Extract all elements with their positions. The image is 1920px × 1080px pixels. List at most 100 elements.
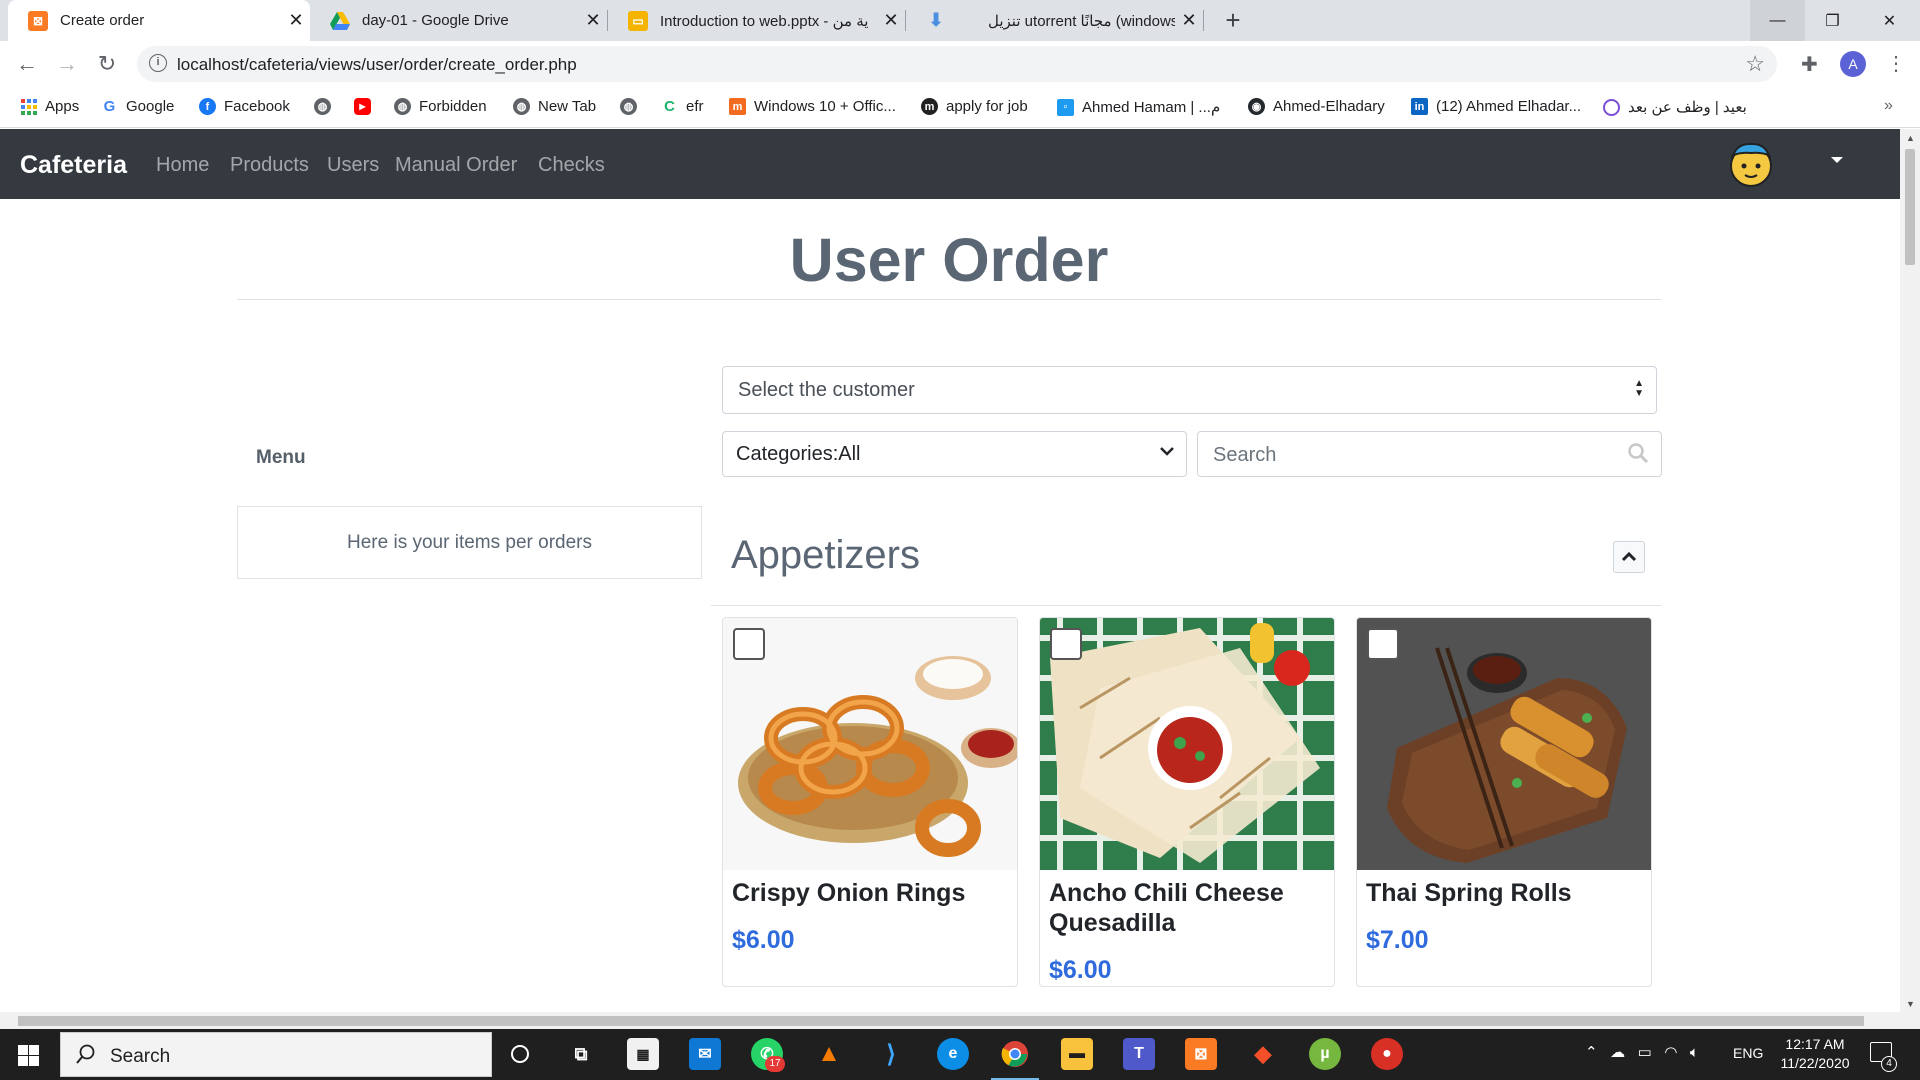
- bookmark-apps[interactable]: Apps: [20, 98, 79, 115]
- chevron-up-icon[interactable]: ⌃: [1585, 1044, 1598, 1061]
- close-window-button[interactable]: ✕: [1862, 0, 1917, 41]
- nav-link-manual-order[interactable]: Manual Order: [395, 154, 517, 177]
- nav-link-products[interactable]: Products: [230, 154, 309, 177]
- menu-label: Menu: [256, 447, 306, 468]
- teams-icon[interactable]: T: [1123, 1038, 1155, 1070]
- task-view-icon[interactable]: ⧉: [565, 1038, 597, 1070]
- reload-button[interactable]: ↻: [93, 51, 121, 79]
- nav-link-checks[interactable]: Checks: [538, 154, 605, 177]
- tab-utorrent[interactable]: ⬇ تنزيل utorrent مجانًا (windows) ✕: [906, 0, 1203, 41]
- url-text[interactable]: localhost/cafeteria/views/user/order/cre…: [177, 55, 577, 75]
- google-drive-icon: [330, 11, 350, 31]
- chrome-menu-icon[interactable]: ⋮: [1886, 51, 1906, 76]
- user-menu-caret-icon[interactable]: [1831, 157, 1843, 163]
- bookmark-label: Ahmed-Elhadary: [1273, 98, 1385, 115]
- chevron-down-icon: [1160, 440, 1174, 467]
- cortana-icon[interactable]: [504, 1038, 536, 1070]
- scrollbar-thumb[interactable]: [18, 1016, 1864, 1026]
- navbar-brand[interactable]: Cafeteria: [20, 151, 127, 180]
- product-name: Ancho Chili Cheese Quesadilla: [1049, 879, 1284, 937]
- nav-link-users[interactable]: Users: [327, 154, 379, 177]
- taskbar-search-box[interactable]: Search: [60, 1032, 492, 1077]
- nav-link-home[interactable]: Home: [156, 154, 209, 177]
- product-checkbox[interactable]: [733, 628, 765, 660]
- close-tab-icon[interactable]: ✕: [579, 10, 607, 31]
- scroll-down-icon[interactable]: ▼: [1906, 999, 1915, 1009]
- xampp-icon[interactable]: ⊠: [1185, 1038, 1217, 1070]
- close-tab-icon[interactable]: ✕: [1175, 10, 1203, 31]
- onedrive-icon[interactable]: ☁: [1610, 1044, 1625, 1061]
- tab-slides[interactable]: ▭ Introduction to web.pptx - ية من ✕: [608, 0, 905, 41]
- bookmark-forbidden[interactable]: ◍ Forbidden: [394, 98, 487, 115]
- search-input[interactable]: Search: [1197, 431, 1662, 477]
- file-explorer-icon[interactable]: ▬: [1061, 1038, 1093, 1070]
- mail-icon[interactable]: ✉: [689, 1038, 721, 1070]
- c-icon: C: [664, 98, 675, 115]
- product-price: $6.00: [732, 926, 795, 954]
- category-select[interactable]: Categories:All: [722, 431, 1187, 477]
- git-icon[interactable]: ◆: [1247, 1038, 1279, 1070]
- bookmark-star-icon[interactable]: ☆: [1745, 51, 1765, 77]
- bookmark-apply-for-job[interactable]: m apply for job: [921, 98, 1028, 115]
- close-tab-icon[interactable]: ✕: [877, 10, 905, 31]
- extensions-icon[interactable]: ✚: [1801, 52, 1818, 77]
- bookmark-globe[interactable]: ◍: [620, 98, 645, 115]
- site-info-icon[interactable]: i: [149, 54, 167, 72]
- search-icon[interactable]: [1627, 442, 1649, 464]
- bookmark-label: (12) Ahmed Elhadar...: [1436, 98, 1582, 115]
- windows-start-icon[interactable]: [18, 1045, 39, 1066]
- bookmark-github[interactable]: ◉ Ahmed-Elhadary: [1248, 98, 1385, 115]
- bookmark-globe[interactable]: ◍: [314, 98, 339, 115]
- store-icon[interactable]: ▦: [627, 1038, 659, 1070]
- user-avatar[interactable]: [1727, 140, 1775, 188]
- system-tray[interactable]: ⌃ ☁ ▭ ◠ 🔈︎: [1585, 1043, 1699, 1061]
- vscode-icon[interactable]: ⟩: [875, 1038, 907, 1070]
- edge-icon[interactable]: e: [937, 1038, 969, 1070]
- minimize-button[interactable]: —: [1750, 0, 1805, 41]
- recorder-icon[interactable]: ●: [1371, 1038, 1403, 1070]
- clock-date: 11/22/2020: [1780, 1055, 1850, 1071]
- bookmark-windows-office[interactable]: m Windows 10 + Offic...: [729, 98, 896, 115]
- wifi-icon[interactable]: ◠: [1664, 1044, 1677, 1061]
- bookmark-efr[interactable]: C efr: [661, 98, 703, 115]
- collapse-section-button[interactable]: [1613, 541, 1645, 573]
- horizontal-scrollbar[interactable]: [0, 1012, 1920, 1029]
- back-button[interactable]: ←: [13, 51, 41, 79]
- restore-button[interactable]: ❐: [1805, 0, 1860, 41]
- close-tab-icon[interactable]: ✕: [282, 10, 310, 31]
- browser-toolbar: ← → ↻ i localhost/cafeteria/views/user/o…: [0, 41, 1920, 88]
- address-bar[interactable]: i localhost/cafeteria/views/user/order/c…: [137, 46, 1777, 82]
- volume-icon[interactable]: 🔈︎: [1690, 1044, 1699, 1061]
- product-card[interactable]: Thai Spring Rolls $7.00: [1356, 617, 1652, 987]
- more-bookmarks-button[interactable]: »: [1884, 97, 1893, 115]
- scrollbar-thumb[interactable]: [1905, 149, 1915, 265]
- tab-create-order[interactable]: ⊠ Create order ✕: [8, 0, 310, 41]
- bookmark-youtube[interactable]: ▶: [354, 98, 379, 115]
- battery-icon[interactable]: ▭: [1638, 1044, 1652, 1061]
- chrome-icon[interactable]: [999, 1038, 1031, 1070]
- clock[interactable]: 12:17 AM 11/22/2020: [1770, 1035, 1860, 1073]
- bookmark-label: Google: [126, 98, 175, 115]
- vertical-scrollbar[interactable]: ▲ ▼: [1900, 129, 1920, 1012]
- bookmark-new-tab[interactable]: ◍ New Tab: [513, 98, 596, 115]
- customer-select[interactable]: Select the customer ▲ ▼: [722, 366, 1657, 414]
- profile-avatar[interactable]: A: [1840, 51, 1866, 77]
- product-card[interactable]: Crispy Onion Rings $6.00: [722, 617, 1018, 987]
- product-checkbox[interactable]: [1367, 628, 1399, 660]
- bookmark-ahmed-hamam[interactable]: ▫ Ahmed Hamam | ...م: [1057, 98, 1220, 116]
- product-card[interactable]: Ancho Chili Cheese Quesadilla $6.00: [1039, 617, 1335, 987]
- input-language[interactable]: ENG: [1733, 1045, 1763, 1061]
- tab-google-drive[interactable]: day-01 - Google Drive ✕: [310, 0, 607, 41]
- utorrent-icon[interactable]: µ: [1309, 1038, 1341, 1070]
- bookmark-remote-jobs[interactable]: بعيد | وظف عن بعد: [1603, 98, 1747, 116]
- bookmark-facebook[interactable]: f Facebook: [199, 98, 290, 115]
- scroll-up-icon[interactable]: ▲: [1906, 133, 1915, 143]
- new-tab-button[interactable]: +: [1218, 6, 1248, 36]
- tab-title: تنزيل utorrent مجانًا (windows): [988, 12, 1175, 30]
- bookmark-google[interactable]: G Google: [101, 98, 175, 115]
- vlc-icon[interactable]: ▲: [813, 1038, 845, 1070]
- bookmark-linkedin[interactable]: in (12) Ahmed Elhadar...: [1411, 98, 1581, 115]
- forward-button[interactable]: →: [53, 51, 81, 79]
- divider: [711, 605, 1661, 606]
- product-checkbox[interactable]: [1050, 628, 1082, 660]
